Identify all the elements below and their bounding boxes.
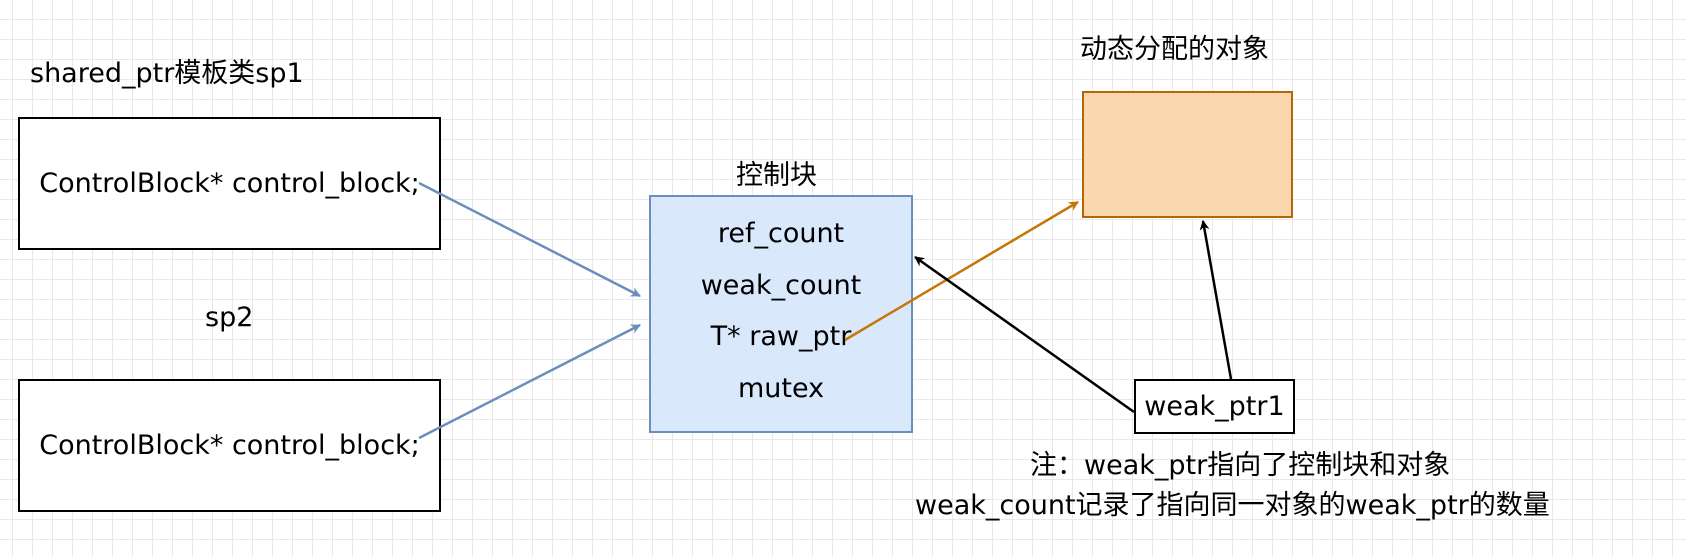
arrow-weak-ptr-to-control-block [914, 255, 1135, 414]
arrow-weak-ptr-to-object [1199, 220, 1233, 380]
arrow-sp2-to-control-block [418, 323, 641, 440]
arrow-raw-ptr-to-object [844, 200, 1079, 342]
arrows-layer [418, 181, 1233, 440]
arrow-sp1-to-control-block [418, 181, 641, 298]
